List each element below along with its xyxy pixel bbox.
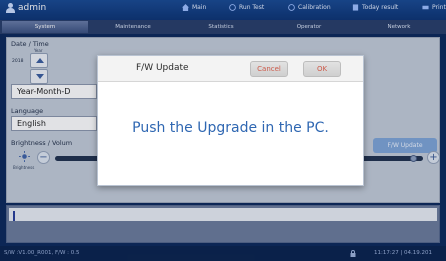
cancel-button[interactable]: Cancel [250,61,288,77]
dialog-header: F/W Update Cancel OK [98,56,363,82]
dialog-title: F/W Update [136,63,189,73]
fw-update-dialog: F/W Update Cancel OK Push the Upgrade in… [97,55,364,186]
ok-button[interactable]: OK [303,61,341,77]
dialog-message: Push the Upgrade in the PC. [132,120,329,136]
